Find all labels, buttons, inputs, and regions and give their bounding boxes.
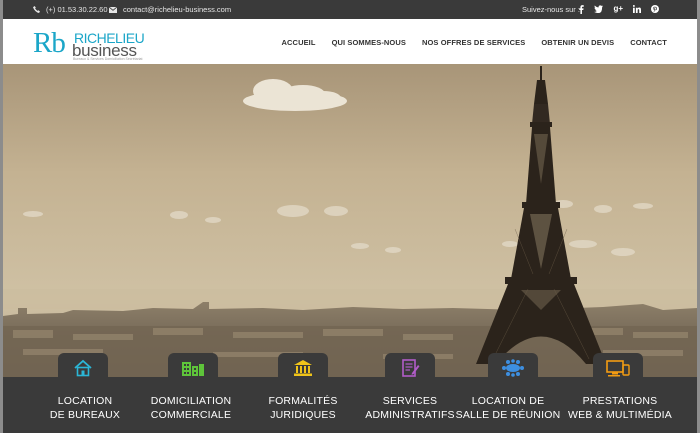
meeting-table-icon <box>502 359 524 377</box>
envelope-icon <box>109 6 117 13</box>
nav-qui-sommes-nous[interactable]: QUI SOMMES-NOUS <box>332 38 406 47</box>
service-location-bureaux[interactable]: LOCATION DE BUREAUX <box>30 377 140 433</box>
logo-monogram: Rb <box>33 27 66 59</box>
service-label-line2: WEB & MULTIMÉDIA <box>568 409 672 421</box>
service-label-line2: DE BUREAUX <box>49 409 121 421</box>
phone-icon <box>33 6 40 13</box>
paris-eiffel-tower-photo <box>3 64 697 377</box>
service-tile-salle-reunion[interactable] <box>488 353 538 383</box>
pinterest-icon[interactable] <box>651 5 659 13</box>
service-label-line2: SALLE DE RÉUNION <box>455 409 561 421</box>
service-formalites[interactable]: FORMALITÉS JURIDIQUES <box>248 377 358 433</box>
service-label-line1: FORMALITÉS <box>268 395 338 407</box>
courthouse-icon <box>294 360 312 376</box>
service-tile-web-multimedia[interactable] <box>593 353 643 383</box>
twitter-icon[interactable] <box>594 5 604 13</box>
services-bar: LOCATION DE BUREAUX DOMICILIATION COMMERCI… <box>3 377 697 433</box>
service-domiciliation[interactable]: DOMICILIATION COMMERCIALE <box>136 377 246 433</box>
email-address: contact@richelieu-business.com <box>123 5 232 14</box>
service-label-line1: SERVICES <box>382 395 438 407</box>
email-contact[interactable]: contact@richelieu-business.com <box>109 5 231 14</box>
service-tile-formalites[interactable] <box>278 353 328 383</box>
logo[interactable]: Rb RICHELIEU business Bureaux & Services… <box>31 27 145 61</box>
buildings-icon <box>182 362 204 376</box>
main-nav: ACCUEIL QUI SOMMES-NOUS NOS OFFRES DE SE… <box>282 38 667 47</box>
site-header: Rb RICHELIEU business Bureaux & Services… <box>3 19 697 64</box>
logo-tagline: Bureaux & Services Domiciliation Secréta… <box>73 57 143 61</box>
hero-image <box>3 64 697 377</box>
linkedin-icon[interactable] <box>633 5 641 13</box>
page: (+) 01.53.30.22.60 contact@richelieu-bus… <box>3 0 697 433</box>
nav-nos-offres[interactable]: NOS OFFRES DE SERVICES <box>422 38 525 47</box>
nav-contact[interactable]: CONTACT <box>630 38 667 47</box>
document-pen-icon <box>402 359 420 377</box>
devices-icon <box>606 360 630 377</box>
service-label-line1: LOCATION <box>57 395 113 407</box>
service-salle-reunion[interactable]: LOCATION DE SALLE DE RÉUNION <box>453 377 563 433</box>
phone-number: (+) 01.53.30.22.60 <box>46 5 108 14</box>
service-label-line1: LOCATION DE <box>471 395 545 407</box>
service-tile-location[interactable] <box>58 353 108 383</box>
service-label-line2: COMMERCIALE <box>150 409 232 421</box>
service-label-line1: DOMICILIATION <box>150 395 232 407</box>
house-icon <box>74 359 92 377</box>
facebook-icon[interactable] <box>579 4 585 14</box>
service-label-line2: ADMINISTRATIFS <box>365 409 455 421</box>
service-administratifs[interactable]: SERVICES ADMINISTRATIFS <box>355 377 465 433</box>
service-label-line1: PRESTATIONS <box>582 395 658 407</box>
follow-text: Suivez-nous sur : <box>522 5 580 14</box>
phone-contact[interactable]: (+) 01.53.30.22.60 <box>33 5 108 14</box>
nav-accueil[interactable]: ACCUEIL <box>282 38 316 47</box>
top-bar: (+) 01.53.30.22.60 contact@richelieu-bus… <box>3 0 697 19</box>
social-links: g+ <box>579 4 659 14</box>
service-label-line2: JURIDIQUES <box>270 409 336 421</box>
follow-label: Suivez-nous sur : <box>522 5 580 14</box>
service-tile-administratifs[interactable] <box>385 353 435 383</box>
google-plus-icon[interactable]: g+ <box>613 4 623 14</box>
nav-obtenir-devis[interactable]: OBTENIR UN DEVIS <box>541 38 614 47</box>
service-web-multimedia[interactable]: PRESTATIONS WEB & MULTIMÉDIA <box>565 377 675 433</box>
service-tile-domiciliation[interactable] <box>168 353 218 383</box>
